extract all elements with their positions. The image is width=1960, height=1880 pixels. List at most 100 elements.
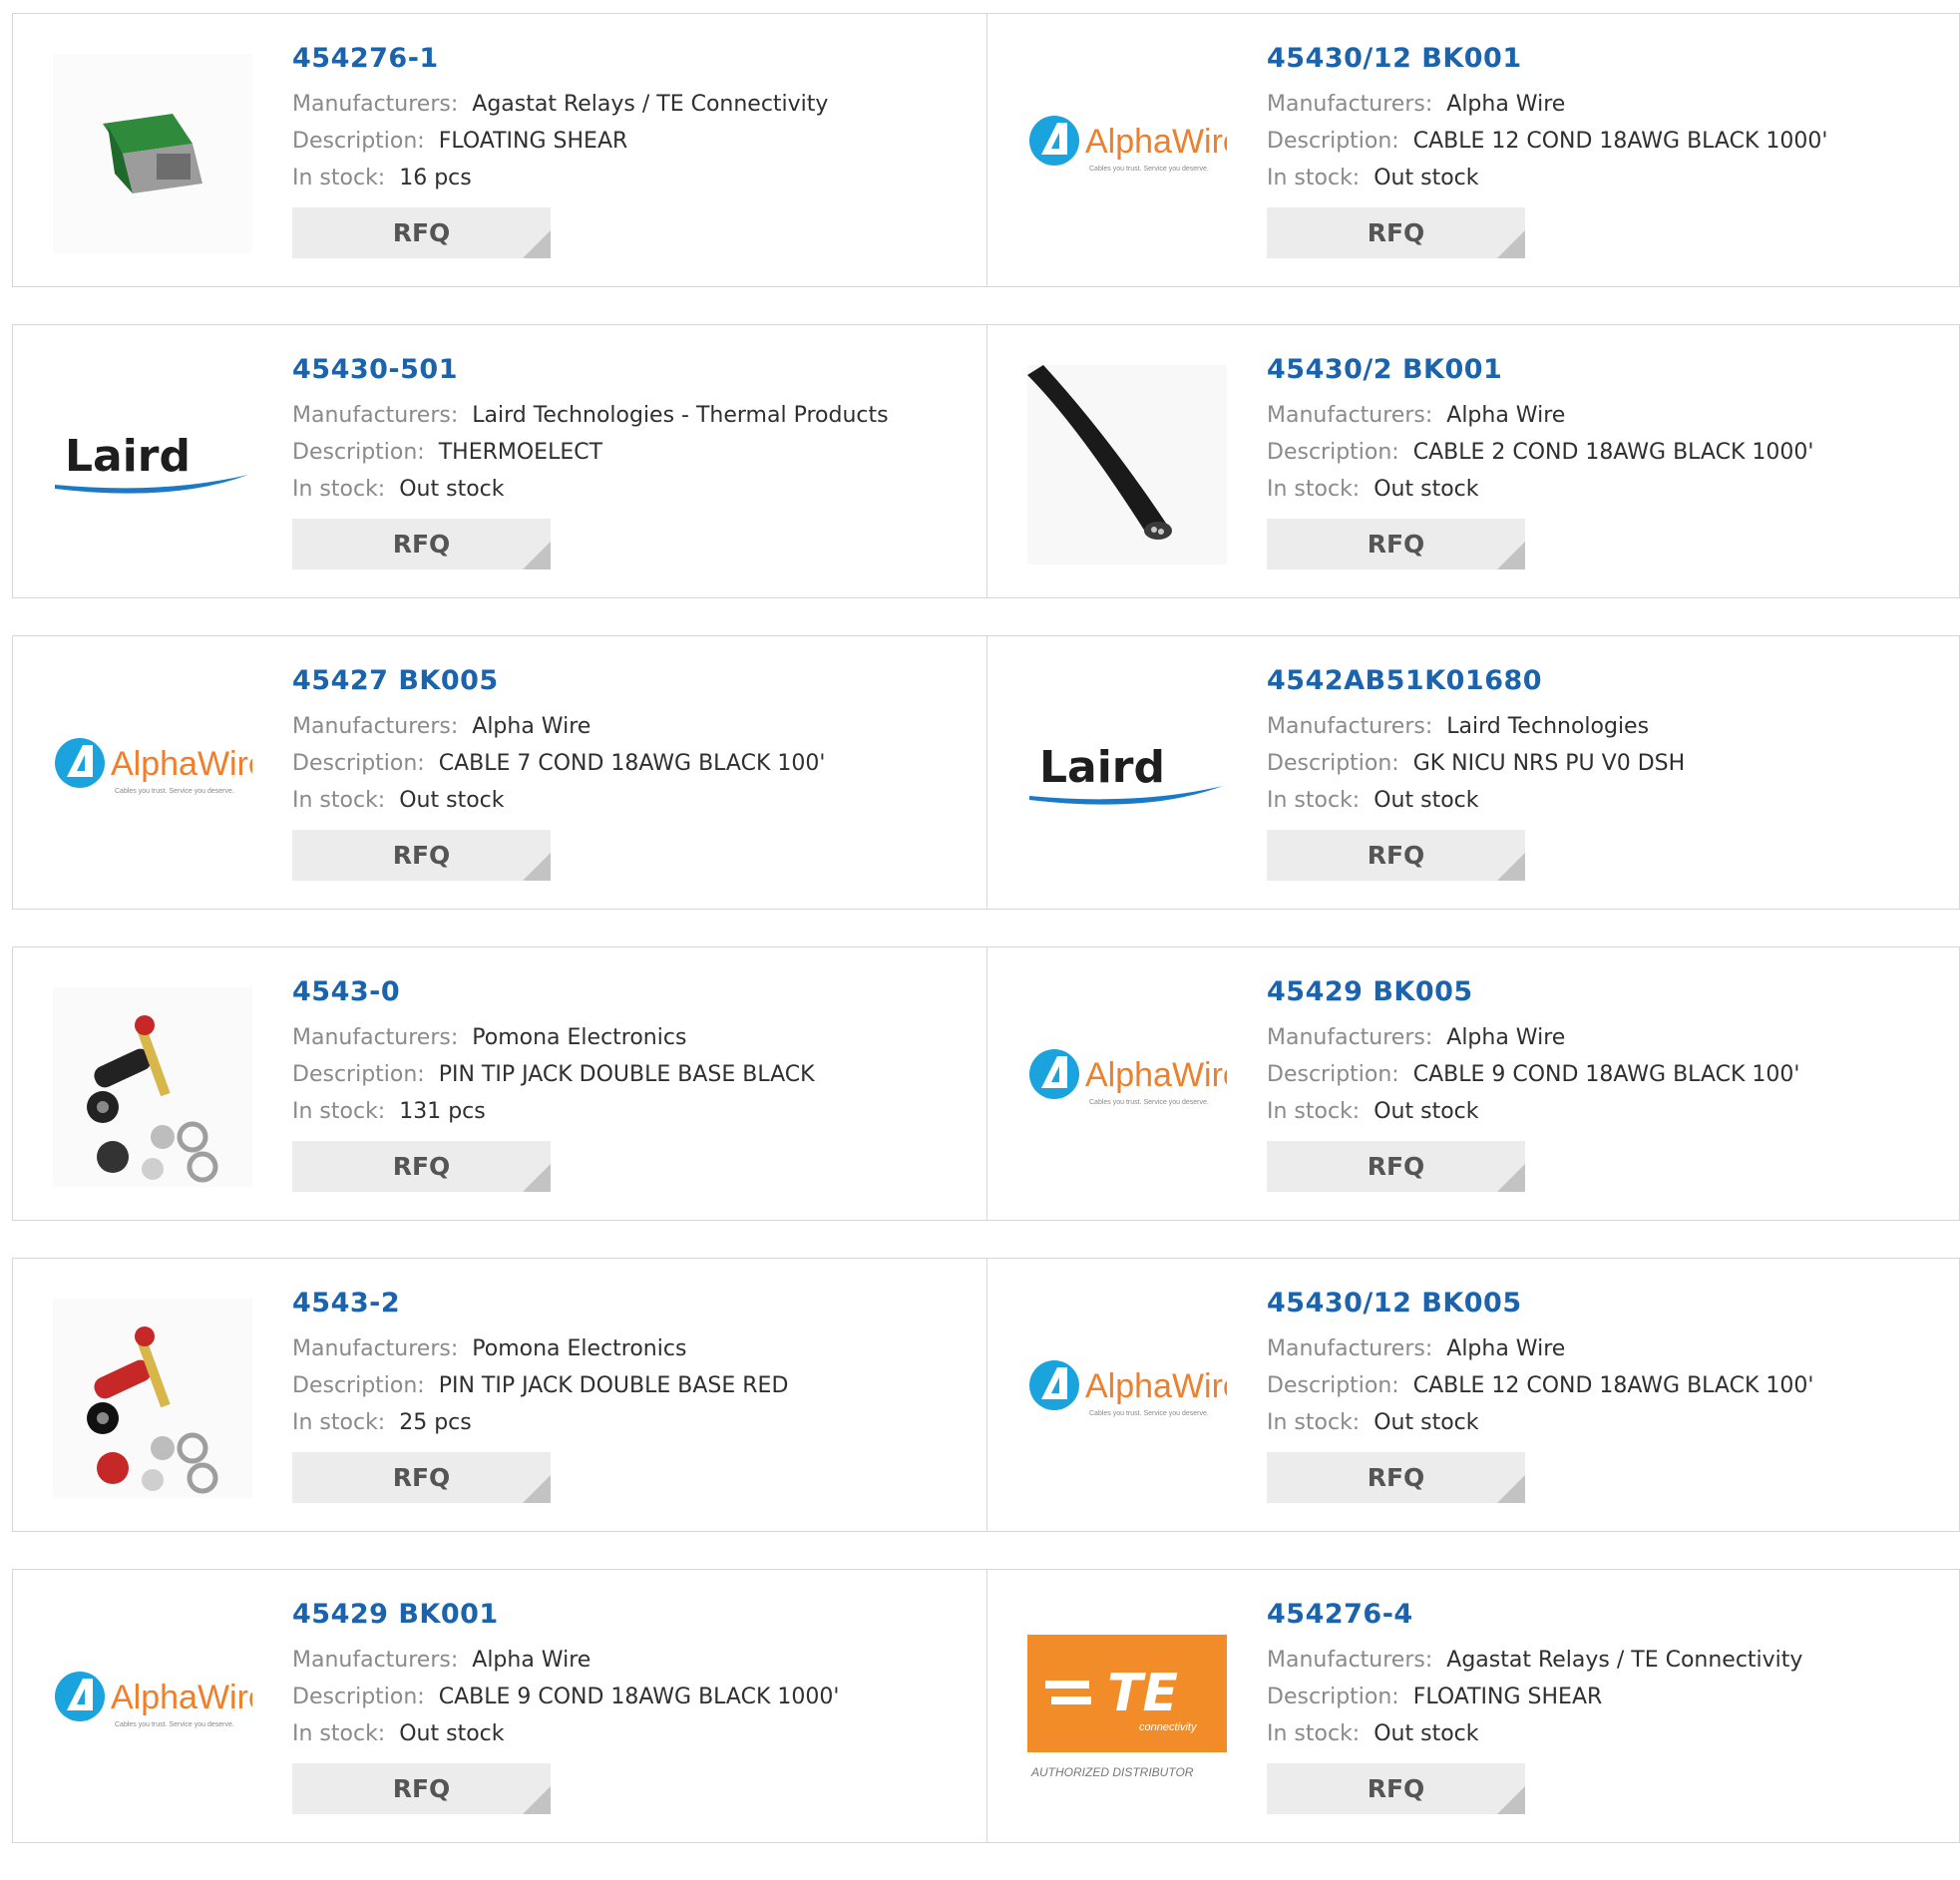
svg-text:Cables you trust. Service you: Cables you trust. Service you deserve.: [1089, 166, 1209, 173]
rfq-button[interactable]: RFQ: [292, 1141, 551, 1192]
description-value: CABLE 12 COND 18AWG BLACK 100': [1412, 1373, 1814, 1398]
description-value: PIN TIP JACK DOUBLE BASE BLACK: [438, 1062, 815, 1087]
manufacturer-value: Laird Technologies - Thermal Products: [472, 403, 889, 428]
description-value: CABLE 12 COND 18AWG BLACK 1000': [1412, 129, 1828, 154]
rfq-label: RFQ: [1367, 530, 1425, 559]
product-info: 454276-1 Manufacturers: Agastat Relays / …: [292, 42, 977, 258]
product-row: 4543-0 Manufacturers: Pomona Electronics …: [12, 946, 1960, 1221]
product-image[interactable]: AlphaWire Cables you trust. Service you d…: [1027, 1299, 1227, 1498]
rfq-button[interactable]: RFQ: [292, 830, 551, 881]
svg-text:Laird: Laird: [65, 431, 191, 482]
rfq-button[interactable]: RFQ: [292, 207, 551, 258]
manufacturers-label: Manufacturers:: [1267, 1336, 1433, 1361]
product-image[interactable]: Laird: [53, 365, 252, 564]
description-value: GK NICU NRS PU V0 DSH: [1412, 751, 1686, 776]
svg-text:Cables you trust. Service you: Cables you trust. Service you deserve.: [115, 788, 234, 795]
description-label: Description:: [292, 440, 425, 465]
rfq-button[interactable]: RFQ: [292, 1452, 551, 1503]
manufacturers-label: Manufacturers:: [292, 1336, 459, 1361]
rfq-label: RFQ: [1367, 1774, 1425, 1803]
stock-label: In stock:: [292, 1410, 386, 1435]
product-grid: 454276-1 Manufacturers: Agastat Relays / …: [12, 13, 1960, 1880]
description-value: CABLE 7 COND 18AWG BLACK 100': [438, 751, 826, 776]
manufacturers-label: Manufacturers:: [1267, 714, 1433, 739]
rfq-label: RFQ: [1367, 1463, 1425, 1492]
stock-value: Out stock: [1373, 1721, 1479, 1746]
part-number-link[interactable]: 45430/12 BK005: [1267, 1287, 1949, 1320]
product-image[interactable]: TE connectivity AUTHORIZED DISTRIBUTOR: [1027, 1610, 1227, 1809]
part-number-link[interactable]: 45430/12 BK001: [1267, 42, 1949, 76]
stock-value: Out stock: [1373, 788, 1479, 813]
stock-label: In stock:: [1267, 166, 1361, 190]
description-row: Description: THERMOELECT: [292, 434, 977, 471]
product-row: 4543-2 Manufacturers: Pomona Electronics …: [12, 1258, 1960, 1532]
manufacturers-label: Manufacturers:: [292, 1025, 459, 1050]
rfq-button[interactable]: RFQ: [1267, 1763, 1525, 1814]
manufacturer-row: Manufacturers: Alpha Wire: [1267, 1019, 1949, 1056]
manufacturer-value: Alpha Wire: [1446, 1336, 1566, 1361]
stock-row: In stock: Out stock: [1267, 471, 1949, 508]
rfq-label: RFQ: [1367, 1152, 1425, 1181]
product-image[interactable]: AlphaWire Cables you trust. Service you d…: [53, 676, 252, 876]
black-tip-jack-icon: [53, 987, 252, 1187]
stock-label: In stock:: [1267, 477, 1361, 502]
description-row: Description: PIN TIP JACK DOUBLE BASE RED: [292, 1367, 977, 1404]
stock-row: In stock: Out stock: [1267, 1404, 1949, 1441]
product-image[interactable]: [53, 1299, 252, 1498]
part-number-link[interactable]: 454276-4: [1267, 1598, 1949, 1632]
manufacturer-row: Manufacturers: Alpha Wire: [292, 1642, 977, 1679]
rfq-label: RFQ: [392, 1152, 451, 1181]
rfq-button[interactable]: RFQ: [1267, 519, 1525, 569]
rfq-button[interactable]: RFQ: [1267, 1141, 1525, 1192]
rfq-button[interactable]: RFQ: [1267, 1452, 1525, 1503]
description-row: Description: CABLE 7 COND 18AWG BLACK 100…: [292, 745, 977, 782]
part-number-link[interactable]: 45429 BK005: [1267, 975, 1949, 1009]
rfq-button[interactable]: RFQ: [1267, 830, 1525, 881]
rfq-button[interactable]: RFQ: [1267, 207, 1525, 258]
rfq-corner-icon: [1497, 1786, 1525, 1814]
svg-text:connectivity: connectivity: [1139, 1721, 1198, 1733]
stock-row: In stock: 16 pcs: [292, 160, 977, 196]
rfq-label: RFQ: [1367, 218, 1425, 247]
product-row: 454276-1 Manufacturers: Agastat Relays / …: [12, 13, 1960, 287]
product-image[interactable]: [53, 54, 252, 253]
stock-row: In stock: Out stock: [1267, 1093, 1949, 1130]
manufacturer-row: Manufacturers: Laird Technologies: [1267, 708, 1949, 745]
product-card: 45430/2 BK001 Manufacturers: Alpha Wire D…: [987, 324, 1960, 598]
laird-logo-icon: Laird: [55, 431, 248, 494]
part-number-link[interactable]: 4543-2: [292, 1287, 977, 1320]
stock-label: In stock:: [1267, 1721, 1361, 1746]
product-card: 4543-0 Manufacturers: Pomona Electronics …: [12, 946, 987, 1221]
part-number-link[interactable]: 45430/2 BK001: [1267, 353, 1949, 387]
stock-label: In stock:: [1267, 1099, 1361, 1124]
stock-value: Out stock: [1373, 1099, 1479, 1124]
alphawire-logo-icon: AlphaWire Cables you trust. Service you d…: [1029, 1049, 1227, 1106]
product-image[interactable]: AlphaWire Cables you trust. Service you d…: [1027, 54, 1227, 253]
rfq-button[interactable]: RFQ: [292, 519, 551, 569]
product-image[interactable]: AlphaWire Cables you trust. Service you d…: [53, 1610, 252, 1809]
manufacturers-label: Manufacturers:: [292, 714, 459, 739]
part-number-link[interactable]: 45430-501: [292, 353, 977, 387]
product-image[interactable]: Laird: [1027, 676, 1227, 876]
part-number-link[interactable]: 4543-0: [292, 975, 977, 1009]
product-image[interactable]: AlphaWire Cables you trust. Service you d…: [1027, 987, 1227, 1187]
manufacturer-value: Pomona Electronics: [472, 1336, 687, 1361]
part-number-link[interactable]: 454276-1: [292, 42, 977, 76]
manufacturers-label: Manufacturers:: [292, 92, 459, 117]
alphawire-logo-icon: AlphaWire Cables you trust. Service you d…: [55, 738, 252, 795]
description-row: Description: CABLE 12 COND 18AWG BLACK 10…: [1267, 1367, 1949, 1404]
product-image[interactable]: [1027, 365, 1227, 564]
product-card: AlphaWire Cables you trust. Service you d…: [987, 946, 1960, 1221]
manufacturer-value: Alpha Wire: [472, 714, 591, 739]
description-value: CABLE 9 COND 18AWG BLACK 1000': [438, 1685, 840, 1709]
svg-text:AlphaWire: AlphaWire: [111, 745, 252, 783]
description-row: Description: CABLE 9 COND 18AWG BLACK 100…: [292, 1679, 977, 1715]
product-info: 45430/12 BK005 Manufacturers: Alpha Wire …: [1267, 1287, 1949, 1503]
part-number-link[interactable]: 4542AB51K01680: [1267, 664, 1949, 698]
part-number-link[interactable]: 45427 BK005: [292, 664, 977, 698]
product-info: 45430-501 Manufacturers: Laird Technologi…: [292, 353, 977, 569]
rfq-button[interactable]: RFQ: [292, 1763, 551, 1814]
stock-row: In stock: Out stock: [292, 471, 977, 508]
product-image[interactable]: [53, 987, 252, 1187]
part-number-link[interactable]: 45429 BK001: [292, 1598, 977, 1632]
